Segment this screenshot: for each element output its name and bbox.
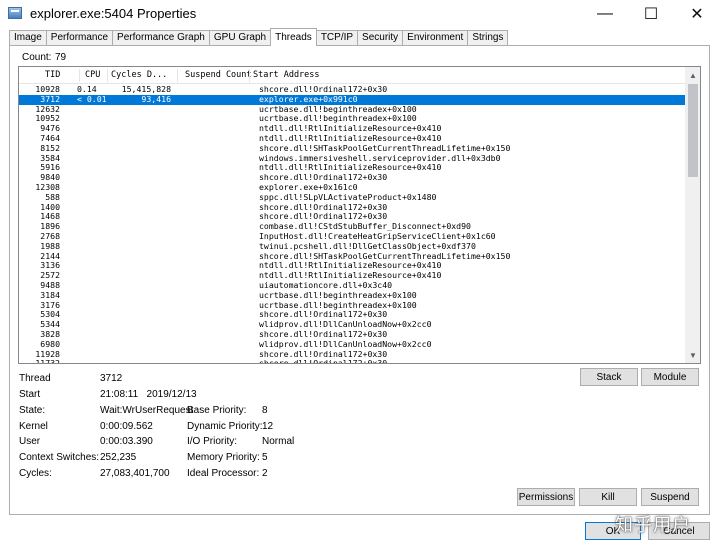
- column-divider[interactable]: [249, 69, 250, 82]
- count-value: 79: [55, 52, 67, 63]
- base-priority-value: 8: [262, 405, 268, 416]
- tab-threads[interactable]: Threads: [270, 28, 317, 46]
- kernel-label: Kernel: [19, 421, 48, 432]
- maximize-button[interactable]: ☐: [628, 0, 674, 28]
- tab-environment[interactable]: Environment: [402, 30, 469, 46]
- tab-image[interactable]: Image: [9, 30, 47, 46]
- user-value: 0:00:03.390: [100, 436, 153, 447]
- start-label: Start: [19, 389, 41, 400]
- tab-security[interactable]: Security: [357, 30, 404, 46]
- column-header-cpu[interactable]: CPU: [85, 70, 100, 80]
- tab-tcp-ip[interactable]: TCP/IP: [315, 30, 359, 46]
- base-priority-label: Base Priority:: [187, 405, 247, 416]
- scroll-up-button[interactable]: ▲: [685, 67, 700, 83]
- chevron-down-icon: ▼: [689, 350, 697, 360]
- io-priority-value: Normal: [262, 436, 295, 447]
- chevron-up-icon: ▲: [689, 70, 697, 80]
- state-label: State:: [19, 405, 46, 416]
- thread-start-address: shcore.dll!Ordinal172+0x30: [259, 358, 388, 364]
- list-header: TID CPU Cycles D... Suspend Count Start …: [19, 67, 685, 84]
- app-icon: [8, 7, 22, 19]
- cycles-value: 27,083,401,700: [100, 468, 170, 479]
- thread-rows: 10928 0.14 15,415,828 shcore.dll!Ordinal172…: [19, 84, 685, 364]
- thread-label: Thread: [19, 373, 51, 384]
- vertical-scrollbar[interactable]: ▲ ▼: [685, 67, 700, 363]
- title-bar[interactable]: explorer.exe:5404 Properties — ☐ ✕: [0, 0, 720, 28]
- tab-strip: Image Performance Performance Graph GPU …: [9, 28, 509, 46]
- maximize-icon: ☐: [643, 6, 659, 23]
- module-button[interactable]: Module: [641, 368, 699, 386]
- context-switches-value: 252,235: [100, 452, 137, 463]
- scrollbar-thumb[interactable]: [688, 84, 698, 177]
- kernel-value: 0:00:09.562: [100, 421, 153, 432]
- minimize-icon: —: [597, 5, 613, 22]
- permissions-button[interactable]: Permissions: [517, 488, 575, 506]
- column-header-cycles[interactable]: Cycles D...: [111, 70, 167, 80]
- cycles-label: Cycles:: [19, 468, 52, 479]
- thread-cycles: 93,416: [141, 93, 171, 104]
- column-header-tid[interactable]: TID: [45, 70, 60, 80]
- close-button[interactable]: ✕: [674, 0, 720, 28]
- count-label: Count:: [22, 52, 52, 63]
- scroll-down-button[interactable]: ▼: [685, 347, 700, 363]
- ideal-processor-label: Ideal Processor:: [187, 468, 260, 479]
- column-divider[interactable]: [107, 69, 108, 82]
- tab-gpu-graph[interactable]: GPU Graph: [208, 30, 272, 46]
- tab-performance[interactable]: Performance: [45, 30, 114, 46]
- memory-priority-label: Memory Priority:: [187, 452, 260, 463]
- ideal-processor-value: 2: [262, 468, 268, 479]
- dynamic-priority-value: 12: [262, 421, 274, 432]
- thread-cpu: < 0.01: [77, 93, 107, 104]
- minimize-button[interactable]: —: [582, 0, 628, 28]
- kill-button[interactable]: Kill: [579, 488, 637, 506]
- state-value: Wait:WrUserRequest: [100, 405, 194, 416]
- tab-strings[interactable]: Strings: [467, 30, 509, 46]
- column-divider[interactable]: [79, 69, 80, 82]
- dynamic-priority-label: Dynamic Priority:: [187, 421, 263, 432]
- thread-row[interactable]: 11732 shcore.dll!Ordinal172+0x30: [19, 358, 685, 364]
- threads-list[interactable]: TID CPU Cycles D... Suspend Count Start …: [18, 66, 701, 364]
- memory-priority-value: 5: [262, 452, 268, 463]
- io-priority-label: I/O Priority:: [187, 436, 238, 447]
- watermark-text: 知乎用户: [615, 515, 691, 535]
- column-header-start-address[interactable]: Start Address: [253, 70, 320, 80]
- thread-value: 3712: [100, 373, 123, 384]
- thread-tid: 11732: [35, 358, 60, 364]
- stack-button[interactable]: Stack: [580, 368, 638, 386]
- window-title: explorer.exe:5404 Properties: [30, 6, 197, 21]
- user-label: User: [19, 436, 41, 447]
- tab-performance-graph[interactable]: Performance Graph: [112, 30, 210, 46]
- column-header-suspend-count[interactable]: Suspend Count: [185, 70, 252, 80]
- suspend-button[interactable]: Suspend: [641, 488, 699, 506]
- column-divider[interactable]: [177, 69, 178, 82]
- close-icon: ✕: [690, 6, 704, 23]
- context-switches-label: Context Switches:: [19, 452, 100, 463]
- start-value: 21:08:11 2019/12/13: [100, 389, 197, 400]
